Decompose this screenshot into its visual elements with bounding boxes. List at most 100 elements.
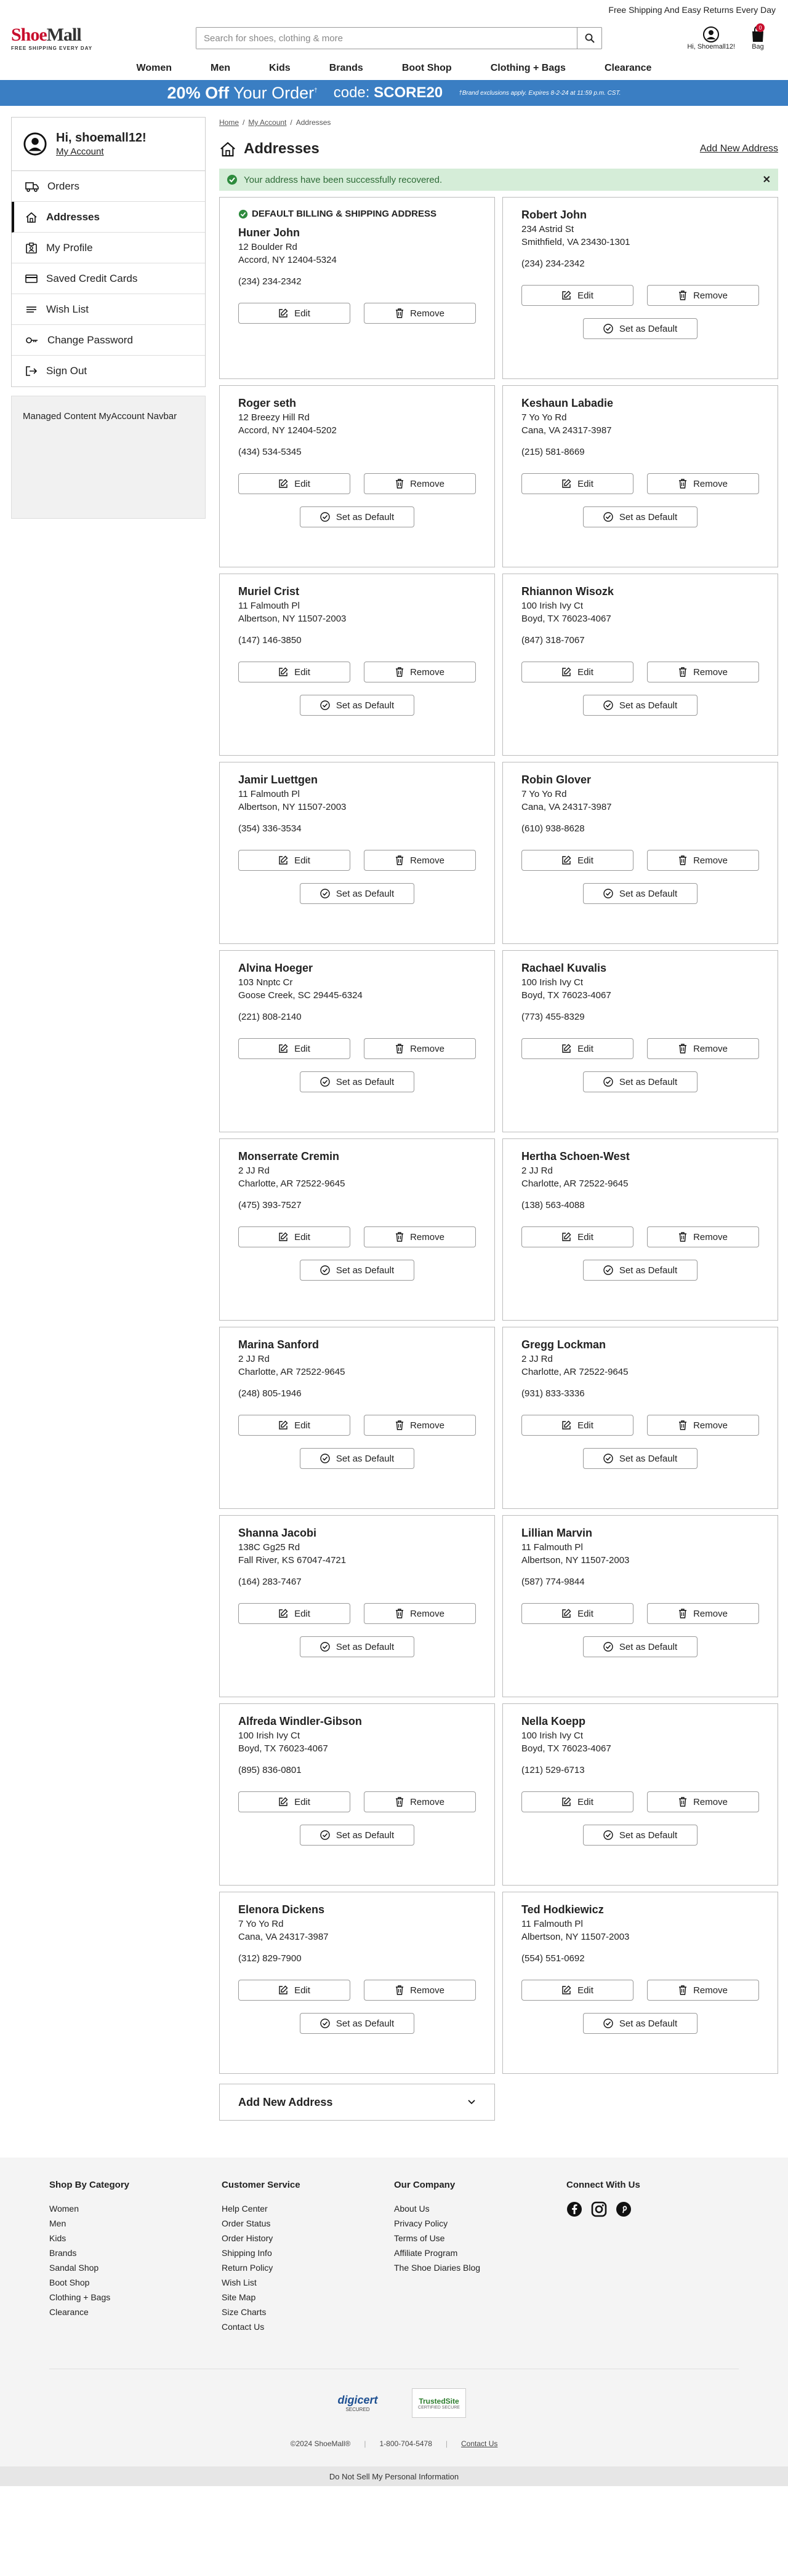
footer-link[interactable]: Site Map: [222, 2290, 394, 2305]
sidebar-item-addresses[interactable]: Addresses: [12, 202, 205, 233]
footer-link[interactable]: Wish List: [222, 2275, 394, 2290]
remove-address-button[interactable]: Remove: [647, 1980, 759, 2001]
edit-address-button[interactable]: Edit: [521, 850, 633, 871]
set-default-button[interactable]: Set as Default: [300, 1071, 414, 1092]
bag-button[interactable]: 0 Bag: [750, 23, 766, 50]
edit-address-button[interactable]: Edit: [238, 1038, 350, 1059]
set-default-button[interactable]: Set as Default: [300, 1636, 414, 1657]
remove-address-button[interactable]: Remove: [647, 1226, 759, 1247]
edit-address-button[interactable]: Edit: [521, 1038, 633, 1059]
footer-link[interactable]: Help Center: [222, 2201, 394, 2216]
footer-link[interactable]: Clearance: [49, 2305, 222, 2319]
search-button[interactable]: [577, 28, 601, 49]
edit-address-button[interactable]: Edit: [238, 1603, 350, 1624]
footer-link[interactable]: Size Charts: [222, 2305, 394, 2319]
remove-address-button[interactable]: Remove: [647, 473, 759, 494]
set-default-button[interactable]: Set as Default: [583, 883, 698, 904]
close-icon[interactable]: ✕: [763, 174, 771, 186]
sidebar-item-my-profile[interactable]: My Profile: [12, 233, 205, 263]
footer-link[interactable]: Terms of Use: [394, 2231, 566, 2246]
remove-address-button[interactable]: Remove: [364, 850, 476, 871]
sidebar-item-saved-credit-cards[interactable]: Saved Credit Cards: [12, 263, 205, 294]
contact-us-link[interactable]: Contact Us: [461, 2439, 497, 2448]
edit-address-button[interactable]: Edit: [238, 1415, 350, 1436]
remove-address-button[interactable]: Remove: [364, 662, 476, 682]
footer-link[interactable]: Sandal Shop: [49, 2260, 222, 2275]
breadcrumb-my-account[interactable]: My Account: [248, 118, 286, 127]
set-default-button[interactable]: Set as Default: [583, 1448, 698, 1469]
set-default-button[interactable]: Set as Default: [300, 695, 414, 716]
nav-clothing-bags[interactable]: Clothing + Bags: [491, 63, 566, 74]
footer-link[interactable]: Contact Us: [222, 2319, 394, 2334]
footer-link[interactable]: Privacy Policy: [394, 2216, 566, 2231]
set-default-button[interactable]: Set as Default: [583, 2013, 698, 2034]
set-default-button[interactable]: Set as Default: [583, 695, 698, 716]
set-default-button[interactable]: Set as Default: [583, 1071, 698, 1092]
edit-address-button[interactable]: Edit: [521, 1415, 633, 1436]
remove-address-button[interactable]: Remove: [647, 285, 759, 306]
set-default-button[interactable]: Set as Default: [300, 883, 414, 904]
set-default-button[interactable]: Set as Default: [583, 1636, 698, 1657]
set-default-button[interactable]: Set as Default: [300, 506, 414, 527]
remove-address-button[interactable]: Remove: [364, 303, 476, 324]
nav-brands[interactable]: Brands: [329, 63, 363, 74]
breadcrumb-home[interactable]: Home: [219, 118, 239, 127]
set-default-button[interactable]: Set as Default: [583, 506, 698, 527]
footer-link[interactable]: Brands: [49, 2246, 222, 2260]
remove-address-button[interactable]: Remove: [364, 1038, 476, 1059]
account-menu[interactable]: Hi, Shoemall12!: [687, 26, 735, 50]
footer-link[interactable]: Order Status: [222, 2216, 394, 2231]
shoemall-logo[interactable]: ShoeMall FREE SHIPPING EVERY DAY: [11, 25, 116, 52]
my-account-link[interactable]: My Account: [56, 146, 147, 157]
nav-clearance[interactable]: Clearance: [605, 63, 652, 74]
set-default-button[interactable]: Set as Default: [583, 318, 698, 339]
remove-address-button[interactable]: Remove: [647, 1603, 759, 1624]
instagram-icon[interactable]: [591, 2201, 607, 2217]
remove-address-button[interactable]: Remove: [647, 662, 759, 682]
footer-link[interactable]: The Shoe Diaries Blog: [394, 2260, 566, 2275]
remove-address-button[interactable]: Remove: [647, 850, 759, 871]
footer-link[interactable]: Men: [49, 2216, 222, 2231]
remove-address-button[interactable]: Remove: [364, 1226, 476, 1247]
edit-address-button[interactable]: Edit: [521, 1980, 633, 2001]
edit-address-button[interactable]: Edit: [238, 303, 350, 324]
promo-banner[interactable]: 20% Off Your Order† code: SCORE20 †Brand…: [0, 80, 788, 106]
footer-link[interactable]: Order History: [222, 2231, 394, 2246]
remove-address-button[interactable]: Remove: [364, 1791, 476, 1812]
set-default-button[interactable]: Set as Default: [583, 1260, 698, 1281]
edit-address-button[interactable]: Edit: [238, 850, 350, 871]
edit-address-button[interactable]: Edit: [521, 473, 633, 494]
nav-men[interactable]: Men: [211, 63, 230, 74]
pinterest-icon[interactable]: [616, 2201, 632, 2217]
trustedsite-badge[interactable]: TrustedSite CERTIFIED SECURE: [412, 2388, 466, 2418]
footer-link[interactable]: Kids: [49, 2231, 222, 2246]
remove-address-button[interactable]: Remove: [364, 1603, 476, 1624]
remove-address-button[interactable]: Remove: [647, 1038, 759, 1059]
edit-address-button[interactable]: Edit: [238, 662, 350, 682]
search-input[interactable]: [196, 28, 577, 49]
phone-number[interactable]: 1-800-704-5478: [379, 2439, 432, 2448]
edit-address-button[interactable]: Edit: [521, 1226, 633, 1247]
sidebar-item-sign-out[interactable]: Sign Out: [12, 356, 205, 386]
set-default-button[interactable]: Set as Default: [300, 1448, 414, 1469]
footer-link[interactable]: About Us: [394, 2201, 566, 2216]
edit-address-button[interactable]: Edit: [238, 1980, 350, 2001]
add-new-address-accordion[interactable]: Add New Address: [219, 2084, 495, 2121]
nav-boot-shop[interactable]: Boot Shop: [402, 63, 452, 74]
remove-address-button[interactable]: Remove: [647, 1415, 759, 1436]
set-default-button[interactable]: Set as Default: [300, 2013, 414, 2034]
edit-address-button[interactable]: Edit: [521, 662, 633, 682]
remove-address-button[interactable]: Remove: [364, 1980, 476, 2001]
digicert-badge[interactable]: digicert SECURED: [322, 2385, 393, 2421]
edit-address-button[interactable]: Edit: [521, 1791, 633, 1812]
sidebar-item-orders[interactable]: Orders: [12, 171, 205, 202]
edit-address-button[interactable]: Edit: [238, 1226, 350, 1247]
remove-address-button[interactable]: Remove: [647, 1791, 759, 1812]
nav-women[interactable]: Women: [137, 63, 172, 74]
edit-address-button[interactable]: Edit: [238, 1791, 350, 1812]
set-default-button[interactable]: Set as Default: [300, 1260, 414, 1281]
do-not-sell-bar[interactable]: Do Not Sell My Personal Information: [0, 2466, 788, 2486]
nav-kids[interactable]: Kids: [269, 63, 291, 74]
edit-address-button[interactable]: Edit: [521, 1603, 633, 1624]
sidebar-item-wish-list[interactable]: Wish List: [12, 294, 205, 325]
